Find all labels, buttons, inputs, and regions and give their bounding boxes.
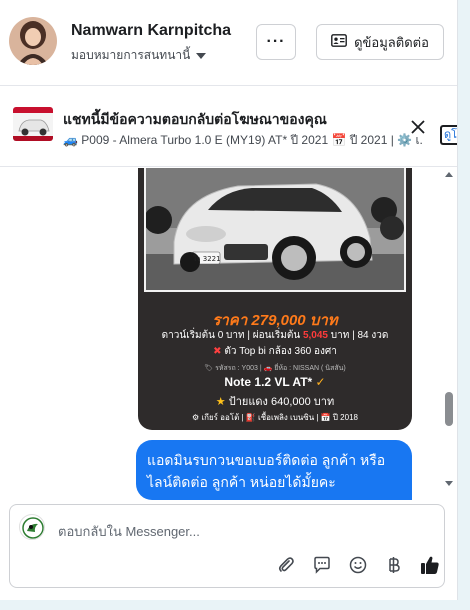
- model-text: Note 1.2 VL AT*: [224, 375, 313, 389]
- reply-input[interactable]: ตอบกลับใน Messenger...: [58, 521, 200, 542]
- scroll-up-arrow-icon[interactable]: [445, 172, 453, 177]
- plate-number: ใจ 3221: [193, 255, 221, 263]
- conversation-header: Namwarn Karnpitcha มอบหมายการสนทนานี้ ··…: [0, 0, 457, 86]
- assign-label: มอบหมายการสนทนานี้: [71, 48, 191, 62]
- model-name: Note 1.2 VL AT* ✓: [138, 375, 412, 389]
- page-avatar: [19, 514, 45, 540]
- view-contact-info-button[interactable]: ดูข้อมูลติดต่อ: [316, 24, 444, 60]
- new-car-price-text: ป้ายแดง 640,000 บาท: [225, 396, 335, 408]
- cross-icon: ✖: [213, 346, 222, 357]
- saved-reply-icon[interactable]: [304, 553, 340, 577]
- caret-down-icon: [196, 49, 207, 63]
- chat-scrollbar[interactable]: [443, 168, 457, 492]
- close-icon[interactable]: [411, 118, 425, 139]
- outgoing-message[interactable]: แอดมินรบกวนขอเบอร์ติดต่อ ลูกค้า หรือ ไลน…: [136, 440, 412, 500]
- banner-title: แชทนี้มีข้อความตอบกลับต่อโฆษณาของคุณ: [63, 111, 327, 127]
- terms-prefix: ดาวน์เริ่มต้น 0 บาท | ผ่อนเริ่มต้น: [161, 330, 303, 341]
- installment-amount: 5,045: [302, 330, 328, 341]
- finance-terms: ดาวน์เริ่มต้น 0 บาท | ผ่อนเริ่มต้น 5,045…: [138, 328, 412, 343]
- view-ad-button[interactable]: ดูโ: [440, 125, 457, 145]
- ad-description: 🚙 P009 - Almera Turbo 1.0 E (MY19) AT* ป…: [63, 133, 423, 147]
- contact-info-label: ดูข้อมูลติดต่อ: [354, 34, 429, 50]
- car-photo: ใจ 3221: [144, 168, 406, 292]
- more-options-button[interactable]: ···: [256, 24, 296, 60]
- assign-conversation-dropdown[interactable]: มอบหมายการสนทนานี้: [71, 46, 207, 65]
- composer-toolbar: [268, 553, 448, 577]
- baht-icon[interactable]: [376, 553, 412, 577]
- like-icon[interactable]: [412, 553, 448, 577]
- car-specs: ⚙ เกียร์ ออโต้ | ⛽ เชื้อเพลิง เบนซิน | 📅…: [192, 413, 358, 422]
- star-icon: ★: [215, 396, 226, 408]
- contact-avatar[interactable]: [9, 17, 57, 65]
- scroll-down-arrow-icon[interactable]: [445, 481, 453, 486]
- contact-name[interactable]: Namwarn Karnpitcha: [71, 22, 231, 40]
- paperclip-icon[interactable]: [268, 553, 304, 577]
- emoji-icon[interactable]: [340, 553, 376, 577]
- feature-text: ตัว Top bi กล้อง 360 องศา: [221, 346, 337, 357]
- car-codes: 🏷 รหัสรถ : Y003 | 🚗 ยี่ห้อ : NISSAN ( นิ…: [204, 365, 346, 372]
- feature-line: ✖ ตัว Top bi กล้อง 360 องศา: [138, 344, 412, 359]
- check-icon: ✓: [312, 375, 326, 389]
- reply-composer[interactable]: ตอบกลับใน Messenger...: [9, 504, 445, 588]
- ad-reply-banner: แชทนี้มีข้อความตอบกลับต่อโฆษณาของคุณ 🚙 P…: [0, 87, 457, 167]
- scrollbar-thumb[interactable]: [445, 392, 453, 426]
- terms-suffix: บาท | 84 งวด: [327, 330, 389, 341]
- ad-thumbnail[interactable]: [13, 107, 53, 141]
- contact-card-icon: [331, 34, 347, 50]
- ad-image-message[interactable]: ใจ 3221 ราคา 279,000 บาท ดาวน์เริ่มต้น 0…: [138, 168, 412, 430]
- new-car-price: ★ ป้ายแดง 640,000 บาท: [138, 392, 412, 410]
- conversation-panel: Namwarn Karnpitcha มอบหมายการสนทนานี้ ··…: [0, 0, 458, 600]
